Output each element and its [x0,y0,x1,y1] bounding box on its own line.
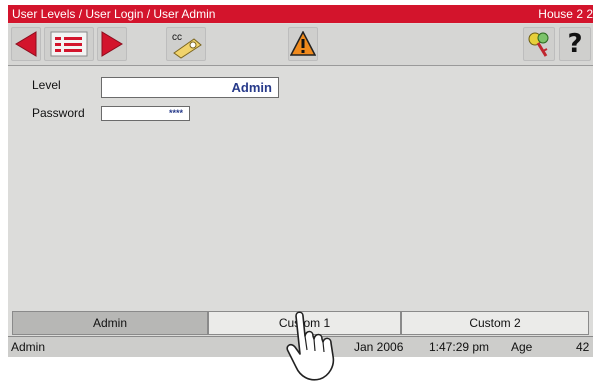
arrow-left-icon [15,31,37,57]
house-label: House 2 2 [538,7,593,21]
keys-button[interactable] [523,27,555,61]
controller-screen: User Levels / User Login / User Admin Ho… [8,5,593,357]
level-field[interactable]: Admin [101,77,279,98]
arrow-right-icon [101,31,123,57]
forward-button[interactable] [97,27,127,61]
warning-icon [290,31,316,56]
help-icon: ? [567,29,583,59]
title-bar: User Levels / User Login / User Admin Ho… [8,5,593,23]
status-time: 1:47:29 pm [429,340,490,354]
pointing-hand-icon [286,311,335,381]
breadcrumb: User Levels / User Login / User Admin [12,7,216,21]
cc-key-icon: cc [172,32,202,59]
tab-custom-2[interactable]: Custom 2 [401,311,589,335]
password-field[interactable]: **** [101,106,190,121]
level-label: Level [32,78,61,92]
status-user: Admin [11,340,46,354]
keys-icon [528,32,549,57]
tab-admin[interactable]: Admin [12,311,208,335]
menu-button[interactable] [44,27,94,61]
cc-key-button[interactable]: cc [166,27,206,61]
password-label: Password [32,106,85,120]
status-age-value: 42 [576,340,590,354]
status-date: Jan 2006 [354,340,404,354]
list-icon [50,31,88,57]
warning-button[interactable] [288,27,318,61]
cc-label: cc [172,32,182,43]
back-button[interactable] [11,27,41,61]
status-age-label: Age [511,340,533,354]
help-button[interactable]: ? [559,27,591,61]
toolbar: cc ? [8,24,593,66]
